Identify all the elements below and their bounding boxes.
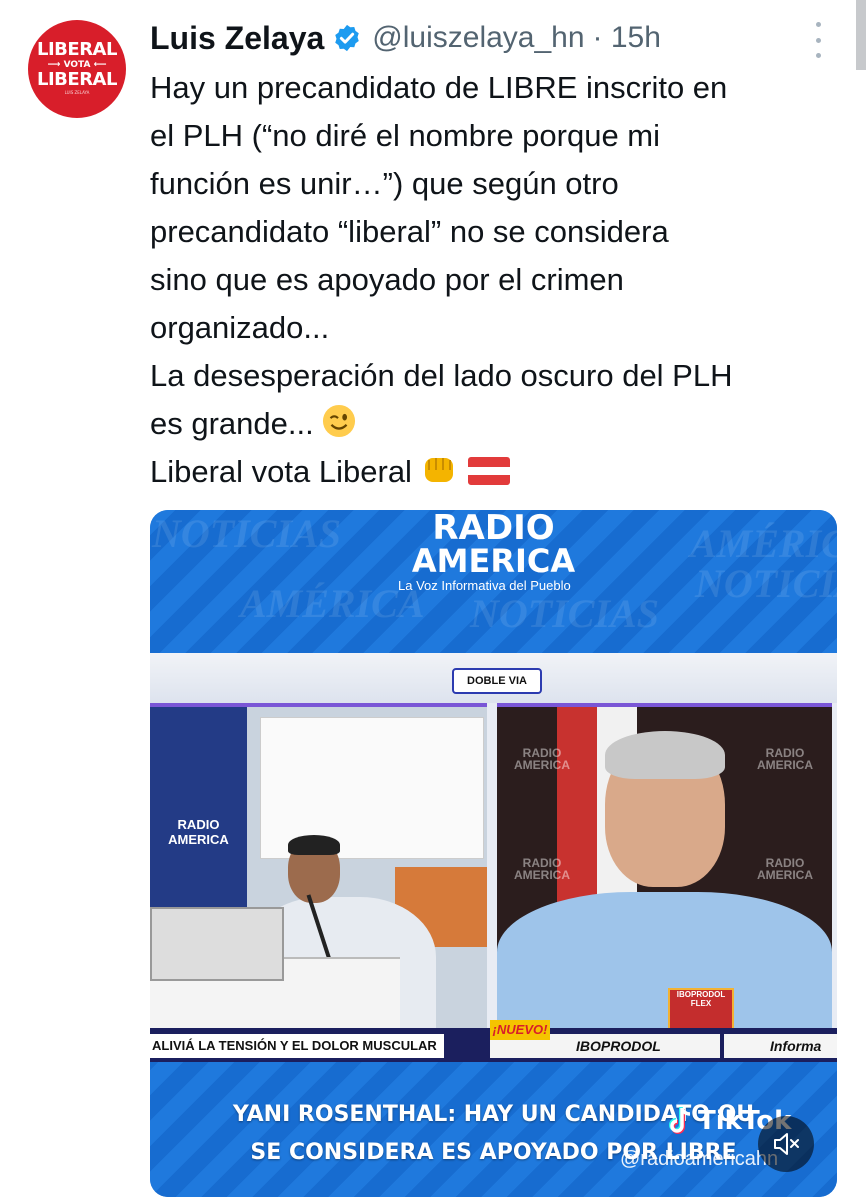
tweet-line: precandidato “liberal” no se considera <box>150 214 669 249</box>
host-hair <box>288 835 340 855</box>
studio-monitor <box>150 907 284 981</box>
tweet-line: sino que es apoyado por el crimen <box>150 262 624 297</box>
radio-logo-line2: AMERICA <box>411 542 576 580</box>
flag-emoji-icon <box>468 457 511 485</box>
watermark: AMÉRICA <box>240 581 425 626</box>
radio-logo-line1: RADIO <box>432 510 555 548</box>
scrollbar[interactable] <box>856 0 866 70</box>
tweet-line-with-emoji: Liberal vota Liberal <box>150 448 850 496</box>
author-name[interactable]: Luis Zelaya <box>150 20 324 57</box>
avatar-line: LIBERAL <box>37 69 117 90</box>
tweet-line: es grande... <box>150 406 314 441</box>
tweet-line: Hay un precandidato de LIBRE inscrito en <box>150 70 728 105</box>
ticker-headline: ALIVIÁ LA TENSIÓN Y EL DOLOR MUSCULAR <box>150 1034 444 1058</box>
mute-button[interactable] <box>758 1116 814 1172</box>
studio-logo: RADIO AMERICA <box>168 817 229 847</box>
tweet-line: función es unir…”) que según otro <box>150 166 619 201</box>
tweet-line: organizado... <box>150 310 330 345</box>
news-ticker: ALIVIÁ LA TENSIÓN Y EL DOLOR MUSCULAR IB… <box>150 1020 837 1062</box>
program-badge: DOBLE VIA <box>452 668 542 694</box>
more-options-icon[interactable] <box>806 22 830 58</box>
tweet-line: Liberal vota Liberal <box>150 454 412 489</box>
watermark: NOTICIAS <box>470 591 659 636</box>
guest-figure <box>497 892 832 1037</box>
guest-hair <box>605 731 725 779</box>
studio-logo: RADIO AMERICA <box>757 746 813 772</box>
radio-tagline: La Voz Informativa del Pueblo <box>398 578 571 593</box>
ticker-new-badge: ¡NUEVO! <box>490 1020 550 1040</box>
host-panel: RADIO AMERICA <box>150 703 487 1037</box>
tweet-line: el PLH (“no diré el nombre porque mi <box>150 118 661 153</box>
winking-face-emoji-icon <box>323 404 356 438</box>
studio-logo: RADIO AMERICA <box>757 856 813 882</box>
studio-logo: RADIO AMERICA <box>514 746 570 772</box>
tiktok-handle: @radioamericahn <box>620 1148 779 1170</box>
tiktok-logo-icon <box>669 1107 691 1134</box>
tweet-text: Hay un precandidato de LIBRE inscrito en… <box>150 64 850 496</box>
verified-badge-icon <box>335 24 360 52</box>
tweet-header: Luis Zelaya @luiszelaya_hn · 15h <box>150 14 661 62</box>
tweet-line: La desesperación del lado oscuro del PLH <box>150 358 733 393</box>
author-handle[interactable]: @luiszelaya_hn <box>372 21 584 55</box>
guest-panel: RADIO AMERICA RADIO AMERICA RADIO AMERIC… <box>497 703 832 1037</box>
ticker-right: Informa <box>724 1034 837 1058</box>
timestamp[interactable]: · 15h <box>593 21 661 55</box>
fist-emoji-icon <box>424 458 453 482</box>
avatar-line: LIBERAL <box>37 39 117 60</box>
tweet-line-with-emoji: es grande... <box>150 400 850 448</box>
speaker-muted-icon <box>774 1133 799 1155</box>
video-player[interactable]: NOTICIAS AMÉRICA NOTICIAS AMÉRICA NOTICI… <box>150 510 837 1197</box>
avatar-line: LUIS ZELAYA <box>64 90 90 95</box>
avatar[interactable]: LIBERAL ⟶ VOTA ⟵ LIBERAL LUIS ZELAYA <box>28 20 126 118</box>
studio-logo: RADIO AMERICA <box>514 856 570 882</box>
